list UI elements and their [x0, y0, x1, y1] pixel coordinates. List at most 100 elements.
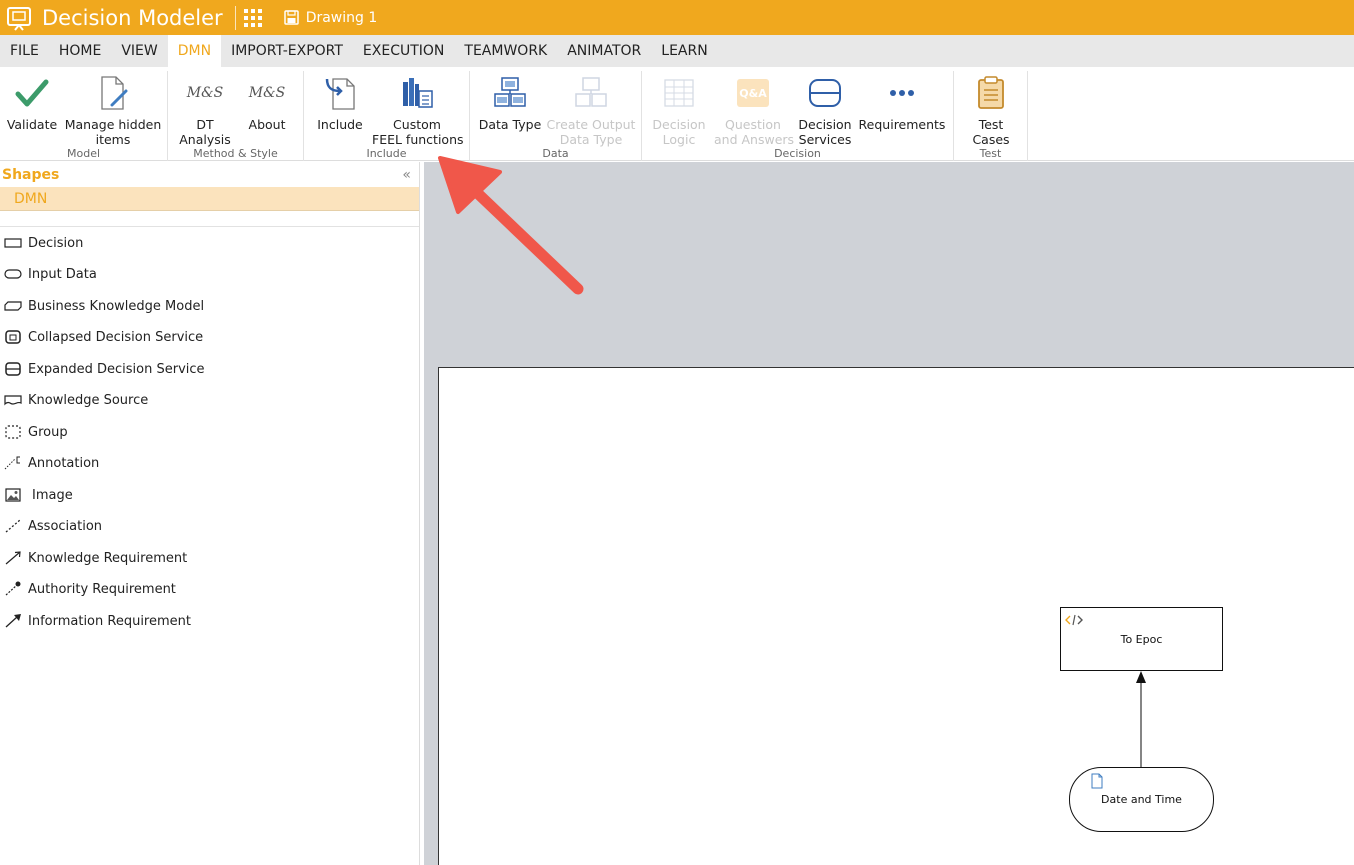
shape-business-knowledge-model[interactable]: Business Knowledge Model: [0, 295, 204, 317]
ribbon-toolbar: Validate Manage hidden items Model M&S D…: [0, 67, 1354, 161]
authority-requirement-shape-icon: [5, 581, 21, 596]
menu-execution[interactable]: EXECUTION: [353, 35, 454, 67]
ms-about-logo-icon: M&S: [248, 85, 286, 101]
decision-node-to-epoc[interactable]: To Epoc: [1060, 607, 1223, 671]
menu-import-export[interactable]: IMPORT-EXPORT: [221, 35, 353, 67]
title-separator: [234, 5, 236, 30]
shape-input-data[interactable]: Input Data: [0, 263, 97, 285]
shape-label: Input Data: [28, 266, 97, 282]
more-dots-icon: [890, 90, 914, 96]
input-data-node-date-and-time[interactable]: Date and Time: [1069, 767, 1214, 832]
create-output-icon: [575, 77, 607, 107]
test-cases-button[interactable]: Test Cases: [962, 75, 1020, 147]
about-button[interactable]: M&S About: [238, 75, 296, 132]
menu-home[interactable]: HOME: [49, 35, 111, 67]
ribbon-group-label-include: Include: [366, 147, 407, 160]
input-data-shape-icon: [4, 269, 22, 279]
expanded-service-shape-icon: [5, 362, 21, 376]
apps-grid-icon[interactable]: [243, 8, 262, 27]
shape-label: Information Requirement: [28, 613, 191, 629]
requirements-button[interactable]: Requirements: [858, 75, 946, 132]
shape-decision[interactable]: Decision: [0, 232, 83, 254]
document-name[interactable]: Drawing 1: [283, 10, 377, 26]
decision-shape-icon: [4, 238, 22, 248]
shapes-section-dmn[interactable]: DMN: [0, 187, 419, 211]
custom-feel-label-2: FEEL functions: [372, 132, 464, 147]
shape-label: Expanded Decision Service: [28, 361, 205, 377]
shape-authority-requirement[interactable]: Authority Requirement: [0, 578, 176, 600]
data-type-button[interactable]: Data Type: [478, 75, 542, 132]
question-and-answers-button[interactable]: Q&A Question and Answers: [714, 75, 794, 147]
menu-view[interactable]: VIEW: [111, 35, 167, 67]
document-edit-icon: [101, 76, 128, 110]
shape-label: Decision: [28, 235, 84, 251]
manage-hidden-items-button[interactable]: Manage hidden items: [64, 75, 162, 147]
knowledge-source-shape-icon: [4, 395, 22, 406]
app-title: Decision Modeler: [42, 5, 223, 30]
input-data-node-label: Date and Time: [1101, 793, 1182, 806]
shape-annotation[interactable]: Annotation: [0, 452, 99, 474]
dt-analysis-button[interactable]: M&S DT Analysis: [176, 75, 234, 147]
about-label: About: [248, 117, 286, 132]
shape-label: Knowledge Requirement: [28, 550, 188, 566]
test-cases-label-1: Test: [978, 117, 1004, 132]
information-requirement-shape-icon: [5, 614, 21, 628]
dt-analysis-label-2: Analysis: [179, 132, 231, 147]
requirements-label: Requirements: [858, 117, 946, 132]
shape-image[interactable]: Image: [0, 484, 73, 506]
knowledge-requirement-shape-icon: [5, 551, 21, 565]
shape-list: Decision Input Data Business Knowledge M…: [0, 226, 419, 629]
code-icon: [1065, 614, 1083, 626]
group-shape-icon: [5, 425, 21, 439]
menu-teamwork[interactable]: TEAMWORK: [454, 35, 557, 67]
dt-analysis-label-1: DT: [196, 117, 214, 132]
image-shape-icon: [5, 488, 21, 502]
menu-bar: FILE HOME VIEW DMN IMPORT-EXPORT EXECUTI…: [0, 35, 1354, 67]
custom-feel-label-1: Custom: [393, 117, 441, 132]
shape-label: Association: [28, 518, 103, 534]
annotation-shape-icon: [4, 456, 20, 470]
shape-label: Collapsed Decision Service: [28, 329, 204, 345]
shapes-header: Shapes «: [0, 162, 419, 187]
shape-information-requirement[interactable]: Information Requirement: [0, 610, 191, 632]
decision-services-button[interactable]: Decision Services: [794, 75, 856, 147]
manage-hidden-label-2: items: [95, 132, 131, 147]
shape-group[interactable]: Group: [0, 421, 68, 443]
shape-association[interactable]: Association: [0, 515, 102, 537]
menu-dmn[interactable]: DMN: [167, 35, 222, 67]
decision-service-icon: [809, 79, 841, 107]
create-output-data-type-button[interactable]: Create Output Data Type: [546, 75, 636, 147]
association-shape-icon: [5, 519, 21, 533]
shape-collapsed-decision-service[interactable]: Collapsed Decision Service: [0, 326, 203, 348]
shape-label: Annotation: [28, 455, 100, 471]
ribbon-group-model: Validate Manage hidden items Model: [0, 71, 168, 161]
collapse-panel-icon[interactable]: «: [402, 167, 411, 183]
shape-label: Image: [32, 487, 73, 503]
ribbon-group-decision: Decision Logic Q&A Question and Answers …: [642, 71, 954, 161]
custom-feel-functions-button[interactable]: Custom FEEL functions: [372, 75, 464, 147]
menu-animator[interactable]: ANIMATOR: [557, 35, 651, 67]
decision-node-label: To Epoc: [1120, 633, 1163, 646]
data-type-icon: [494, 77, 526, 107]
shape-knowledge-source[interactable]: Knowledge Source: [0, 389, 148, 411]
shapes-panel: Shapes « DMN Decision Input Data Busines…: [0, 162, 420, 865]
shape-knowledge-requirement[interactable]: Knowledge Requirement: [0, 547, 187, 569]
qa-label-1: Question: [725, 117, 781, 132]
ribbon-group-method-style: M&S DT Analysis M&S About Method & Style: [168, 71, 304, 161]
save-icon: [283, 10, 299, 25]
decision-logic-label-1: Decision: [652, 117, 706, 132]
shape-label: Business Knowledge Model: [28, 298, 205, 314]
ribbon-group-label-data: Data: [542, 147, 569, 160]
shape-label: Authority Requirement: [28, 581, 176, 597]
menu-file[interactable]: FILE: [0, 35, 49, 67]
library-books-icon: [403, 78, 433, 108]
validate-button[interactable]: Validate: [6, 75, 58, 132]
include-button[interactable]: Include: [312, 75, 368, 132]
shape-expanded-decision-service[interactable]: Expanded Decision Service: [0, 358, 205, 380]
manage-hidden-label-1: Manage hidden: [64, 117, 162, 132]
decision-modeler-logo-icon: [7, 6, 31, 31]
decision-logic-button[interactable]: Decision Logic: [648, 75, 710, 147]
bkm-shape-icon: [4, 301, 22, 311]
menu-learn[interactable]: LEARN: [651, 35, 717, 67]
title-bar: Decision Modeler Drawing 1: [0, 0, 1354, 35]
